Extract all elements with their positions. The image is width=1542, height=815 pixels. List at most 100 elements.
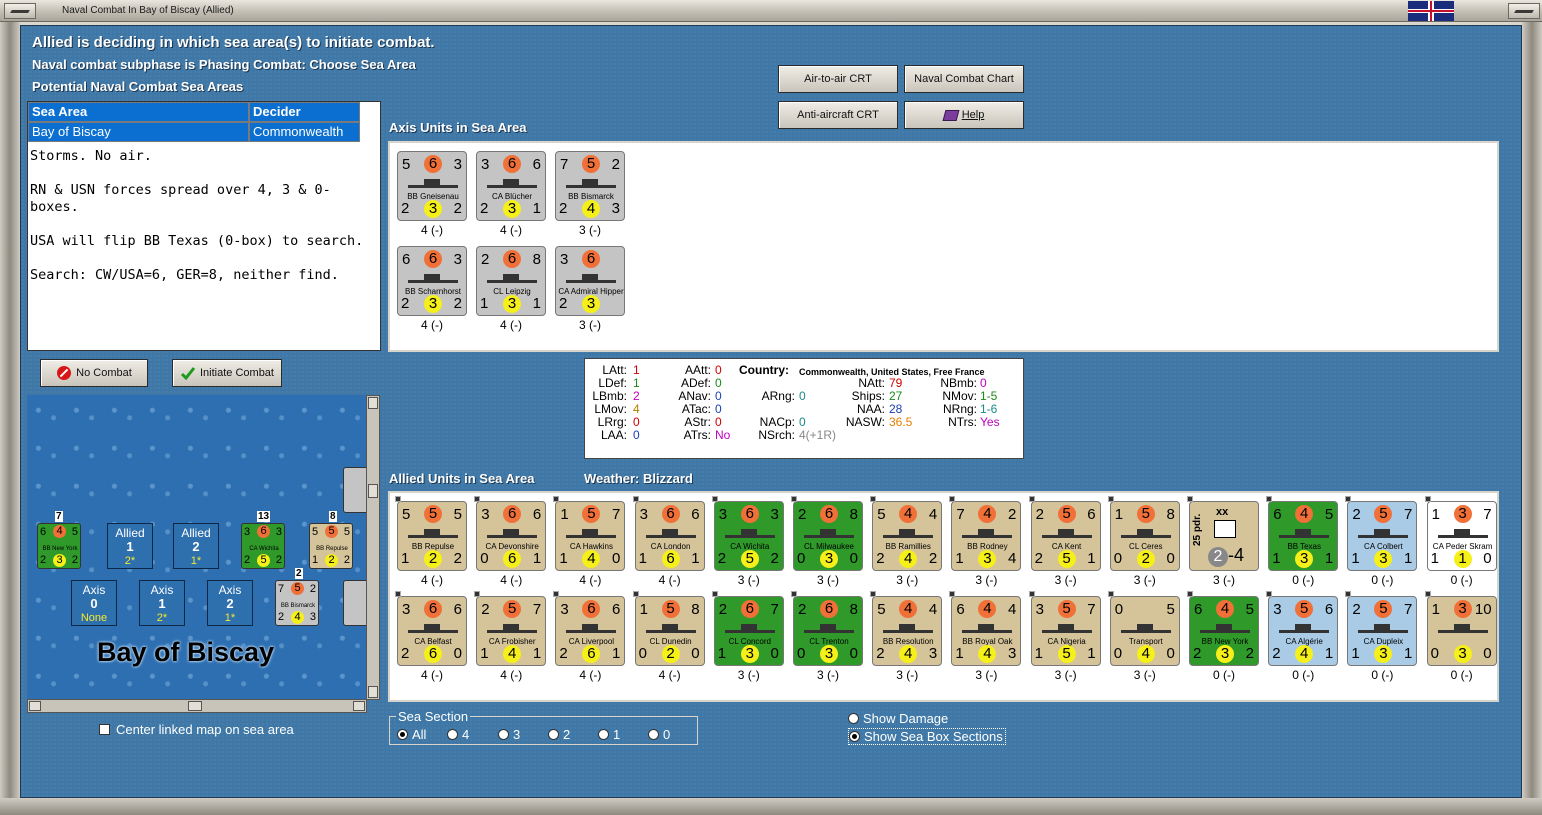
air-to-air-crt-button[interactable]: Air-to-air CRT	[778, 65, 898, 93]
unit-counter[interactable]: 1 3 7 CA Peder Skram 1 1 0	[1426, 501, 1497, 571]
counter-attack-factor: 6	[503, 155, 521, 173]
unit-counter[interactable]: 2 6 8 CL Trenton 0 3 0	[793, 596, 863, 666]
counter-speed: 1	[1453, 550, 1472, 568]
stack-count: 13	[257, 511, 271, 522]
note: Search: CW/USA=6, GER=8, neither find.	[30, 267, 339, 283]
unit-counter[interactable]: 2 5 7 CA Frobisher 1 4 1	[476, 596, 547, 666]
axis-box-0[interactable]: Axis 0 None	[71, 580, 117, 626]
map-stack-bb-new-york[interactable]: 645 BB New York 232	[37, 523, 81, 569]
unit-counter[interactable]: 1 5 8 CL Ceres 0 2 0	[1109, 501, 1180, 571]
counter-defense: 2	[717, 550, 727, 567]
unit-counter[interactable]: 6 4 5 BB New York 2 3 2	[1189, 596, 1259, 666]
col-sea-area[interactable]: Sea Area	[28, 102, 249, 122]
unit-counter[interactable]: 3 6 6 CA Liverpool 2 6 1	[555, 596, 626, 666]
counter-defense: 0	[1113, 645, 1123, 662]
scroll-right-arrow[interactable]	[353, 701, 365, 711]
info-label: LAA:	[600, 428, 627, 442]
counter-speed: 3	[582, 295, 600, 313]
counter-range: 7	[612, 506, 621, 523]
help-button[interactable]: Help	[904, 101, 1024, 129]
col-decider[interactable]: Decider	[249, 102, 360, 122]
unit-counter[interactable]: 3 5 6 CA Algérie 2 4 1	[1268, 596, 1339, 666]
radio-sea-section-4[interactable]: 4	[447, 727, 469, 742]
no-combat-button[interactable]: No Combat	[40, 359, 148, 387]
counter-attack: 6	[1194, 601, 1203, 618]
initiate-combat-button[interactable]: Initiate Combat	[172, 359, 282, 387]
allied-box-2[interactable]: Allied 2 1*	[173, 523, 219, 569]
checkbox-box[interactable]	[99, 724, 110, 735]
unit-counter[interactable]: 2 6 7 CL Concord 1 3 0	[713, 596, 784, 666]
unit-counter[interactable]: 5 4 4 BB Resolution 2 4 3	[872, 596, 943, 666]
scroll-up-arrow[interactable]	[368, 397, 378, 409]
unit-counter[interactable]: 2 6 8 CL Leipzig 1 3 1	[476, 246, 546, 316]
unit-counter[interactable]: 5 6 3 BB Gneisenau 2 3 2	[397, 151, 467, 221]
title-bar[interactable]: Naval Combat In Bay of Biscay (Allied)	[0, 0, 1542, 22]
radio-show-damage[interactable]: Show Damage	[848, 711, 948, 726]
counter-attack: 2	[481, 251, 490, 268]
unit-counter[interactable]: 5 4 4 BB Ramillies 2 4 2	[872, 501, 943, 571]
unit-counter[interactable]: 6 6 3 BB Scharnhorst 2 3 2	[397, 246, 467, 316]
radio-sea-section-1[interactable]: 1	[598, 727, 620, 742]
map-vertical-scrollbar[interactable]	[366, 395, 380, 700]
allied-box-1[interactable]: Allied 1 2*	[107, 523, 153, 569]
map-stack-ca-wichita[interactable]: 363 CA Wichita 252	[241, 523, 285, 569]
counter-aa: 0	[612, 550, 621, 567]
minimize-button[interactable]	[4, 3, 36, 19]
unit-counter[interactable]: 5 5 5 BB Repulse 1 2 2	[397, 501, 467, 571]
ship-silhouette-icon	[724, 528, 775, 538]
radio-sea-section-0[interactable]: 0	[648, 727, 670, 742]
unit-counter[interactable]: 1 5 8 CL Dunedin 0 2 0	[634, 596, 705, 666]
axis-box-2[interactable]: Axis 2 1*	[207, 580, 253, 626]
note: Storms. No air.	[30, 148, 152, 164]
unit-counter[interactable]: 1 5 7 CA Hawkins 1 4 0	[555, 501, 626, 571]
unit-counter[interactable]: 2 5 7 CA Dupleix 1 3 1	[1347, 596, 1418, 666]
counter-marker	[791, 591, 797, 597]
unit-counter[interactable]: 2 6 8 CL Milwaukee 0 3 0	[793, 501, 863, 571]
table-row[interactable]: Bay of Biscay Commonwealth	[28, 122, 380, 142]
map-stack-partial[interactable]	[343, 580, 367, 626]
unit-counter[interactable]: 1 3 10 0 3 0	[1426, 596, 1497, 666]
unit-counter[interactable]: 3 6 3 CA Wichita 2 5 2	[713, 501, 784, 571]
unit-counter[interactable]: 3 6 6 CA Blücher 2 3 1	[476, 151, 546, 221]
map-stack-bb-bismarck[interactable]: 752 BB Bismarck 243	[275, 580, 319, 626]
ship-silhouette-icon	[408, 623, 458, 633]
unit-counter[interactable]: 7 4 2 BB Rodney 1 3 4	[951, 501, 1022, 571]
unit-counter[interactable]: 6 4 4 BB Royal Oak 1 4 3	[951, 596, 1022, 666]
scroll-thumb[interactable]	[188, 701, 202, 711]
unit-counter[interactable]: 3 6 6 CA Belfast 2 6 0	[397, 596, 467, 666]
map-horizontal-scrollbar[interactable]	[27, 699, 367, 713]
unit-counter[interactable]: 3 6 6 CA Devonshire 0 6 1	[476, 501, 547, 571]
radio-sea-section-3[interactable]: 3	[498, 727, 520, 742]
unit-counter[interactable]: 0 5 Transport 0 4 0	[1109, 596, 1180, 666]
counter-sub-label: 4 (-)	[500, 318, 522, 332]
radio-sea-section-2[interactable]: 2	[548, 727, 570, 742]
unit-counter[interactable]: 3 6 6 CA London 1 6 1	[634, 501, 705, 571]
close-button[interactable]	[1508, 3, 1540, 19]
unit-counter[interactable]: 7 5 2 BB Bismarck 2 4 3	[555, 151, 625, 221]
unit-counter[interactable]: xx 25 pdr. 2 -4	[1189, 501, 1259, 571]
info-col-4-values: 79 27 28 36.5	[889, 377, 912, 429]
unit-counter[interactable]: 3 5 7 CA Nigeria 1 5 1	[1030, 596, 1101, 666]
counter-sub-label: 3 (-)	[1054, 573, 1077, 587]
map-stack-partial[interactable]	[343, 467, 367, 513]
scroll-thumb[interactable]	[368, 484, 378, 498]
anti-aircraft-crt-button[interactable]: Anti-aircraft CRT	[778, 101, 898, 129]
scroll-down-arrow[interactable]	[368, 686, 378, 698]
radio-sea-section-all[interactable]: All	[397, 727, 426, 742]
counter-marker	[1107, 591, 1114, 597]
unit-counter[interactable]: 2 5 7 CA Colbert 1 3 1	[1347, 501, 1418, 571]
counter-attack: 7	[560, 156, 569, 173]
map-stack-bb-repulse[interactable]: 555 BB Repulse 122	[309, 523, 353, 569]
center-map-checkbox[interactable]: Center linked map on sea area	[99, 722, 294, 737]
unit-counter[interactable]: 6 4 5 BB Texas 1 3 1	[1268, 501, 1339, 571]
unit-counter[interactable]: 2 5 6 CA Kent 2 5 1	[1030, 501, 1101, 571]
naval-combat-chart-button[interactable]: Naval Combat Chart	[904, 65, 1024, 93]
unit-counter[interactable]: 3 6 CA Admiral Hipper 2 3	[555, 246, 625, 316]
axis-box-1[interactable]: Axis 1 2*	[139, 580, 185, 626]
counter-marker	[711, 496, 718, 502]
scroll-left-arrow[interactable]	[29, 701, 41, 711]
counter-defense: 1	[955, 645, 964, 662]
counter-attack: 5	[877, 601, 886, 618]
sea-area-map[interactable]: Allied 1 2* Allied 2 1* Axis 0 None Axis…	[27, 395, 367, 700]
radio-show-sea-box-sections[interactable]: Show Sea Box Sections	[848, 728, 1006, 745]
